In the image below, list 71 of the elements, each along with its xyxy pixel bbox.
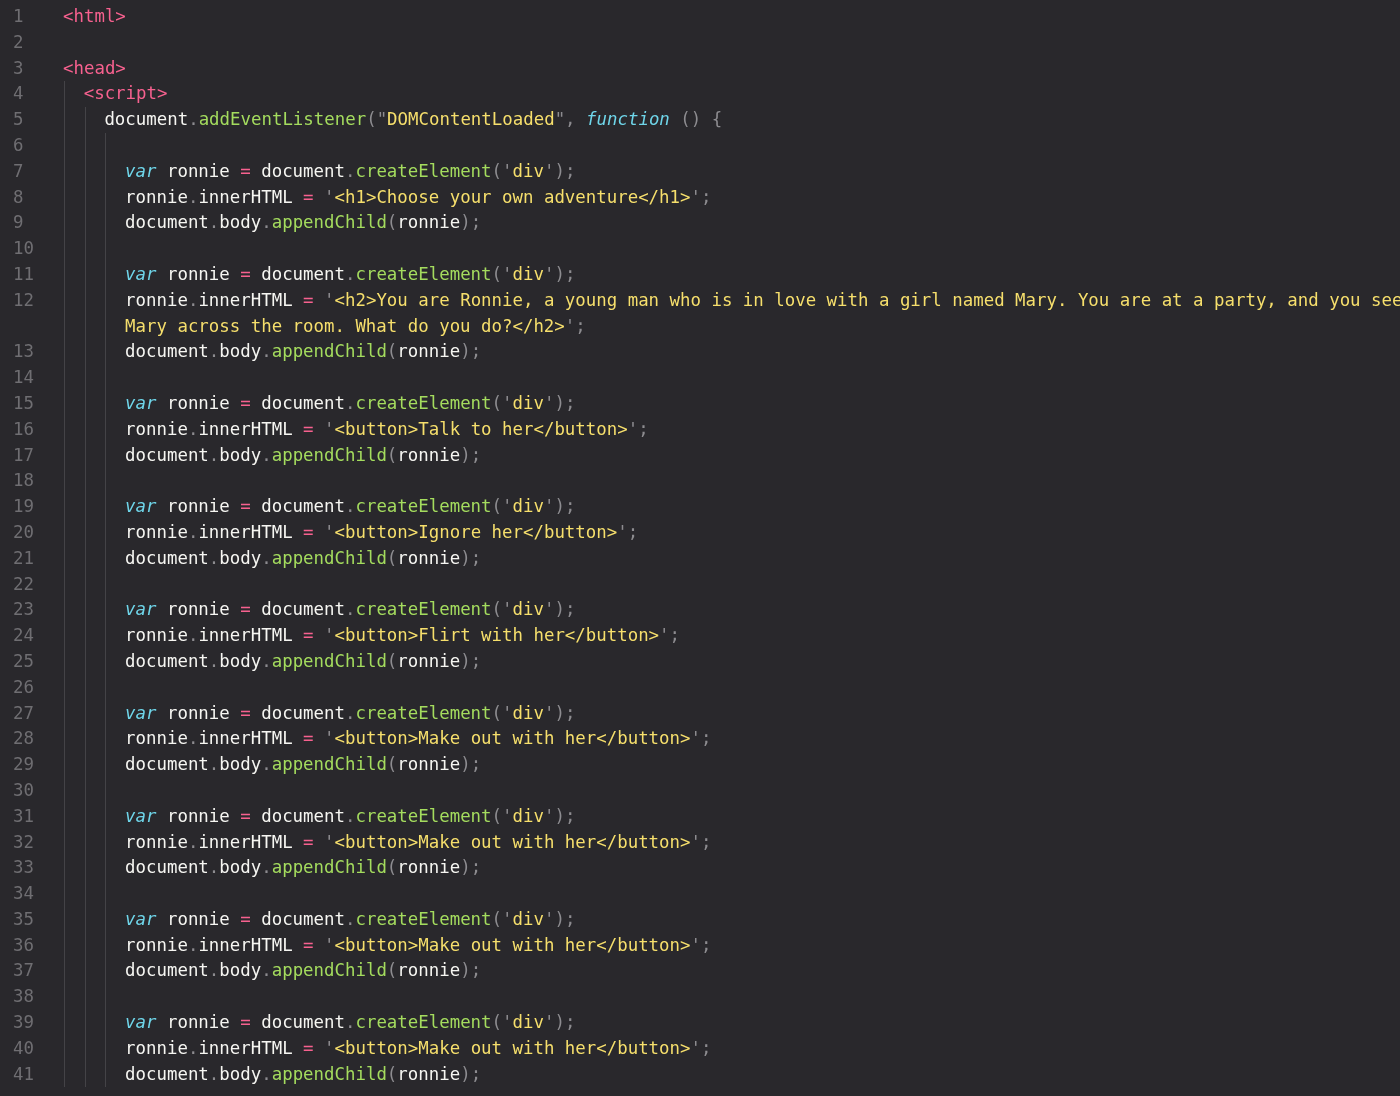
code-line: ronnie.innerHTML = '<button>Talk to her</button>';	[125, 418, 649, 439]
line-number: 27	[12, 701, 35, 725]
code-line: var ronnie = document.createElement('div');	[125, 496, 576, 517]
code-line: <html>	[63, 6, 126, 26]
code-line: var ronnie = document.createElement('div');	[125, 599, 576, 620]
line-number: 14	[12, 366, 35, 390]
line-number: 7	[12, 159, 25, 183]
code-line: document.body.appendChild(ronnie);	[125, 547, 482, 568]
line-number: 18	[12, 469, 35, 493]
code-line: var ronnie = document.createElement('div');	[125, 160, 576, 181]
code-line: document.body.appendChild(ronnie);	[125, 341, 482, 362]
line-number: 33	[12, 856, 35, 880]
line-number: 20	[12, 520, 35, 544]
code-line: ronnie.innerHTML = '<button>Make out with her</button>';	[125, 728, 712, 749]
code-line: document.body.appendChild(ronnie);	[125, 1063, 482, 1084]
line-number: 13	[12, 340, 35, 364]
line-number: 5	[12, 108, 25, 132]
code-line: var ronnie = document.createElement('div');	[125, 392, 576, 413]
line-number: 12	[12, 288, 35, 312]
code-line: document.body.appendChild(ronnie);	[125, 212, 482, 233]
code-line: ronnie.innerHTML = '<button>Make out with her</button>';	[125, 934, 712, 955]
code-line: document.body.appendChild(ronnie);	[125, 650, 482, 671]
code-line: ronnie.innerHTML = '<h1>Choose your own adventure</h1>';	[125, 186, 712, 207]
line-number: 11	[12, 262, 35, 286]
code-line: var ronnie = document.createElement('div');	[125, 263, 576, 284]
code-line: document.body.appendChild(ronnie);	[125, 754, 482, 775]
line-number: 16	[12, 417, 35, 441]
line-number: 41	[12, 1062, 35, 1086]
line-number: 23	[12, 598, 35, 622]
code-line: document.body.appendChild(ronnie);	[125, 960, 482, 981]
code-line: <head>	[63, 57, 126, 78]
code-line: document.body.appendChild(ronnie);	[125, 857, 482, 878]
line-number: 35	[12, 907, 35, 931]
line-number: 10	[12, 237, 35, 261]
line-number: 32	[12, 830, 35, 854]
line-number: 40	[12, 1036, 35, 1060]
code-line: var ronnie = document.createElement('div');	[125, 702, 576, 723]
code-line: var ronnie = document.createElement('div');	[125, 908, 576, 929]
line-number: 1	[12, 5, 25, 28]
line-number: 15	[12, 391, 35, 415]
line-number: 2	[12, 30, 25, 54]
code-line: document.body.appendChild(ronnie);	[125, 444, 482, 465]
line-number: 25	[12, 649, 35, 673]
line-number: 37	[12, 959, 35, 983]
line-number: 3	[12, 56, 25, 80]
line-number: 4	[12, 82, 25, 106]
line-number: 39	[12, 1011, 35, 1035]
line-number: 38	[12, 985, 35, 1009]
code-line: var ronnie = document.createElement('div');	[125, 805, 576, 826]
line-number: 8	[12, 185, 25, 209]
line-number: 29	[12, 753, 35, 777]
line-number: 24	[12, 624, 35, 648]
code-line: ronnie.innerHTML = '<button>Make out with her</button>';	[125, 1037, 712, 1058]
line-number: 17	[12, 443, 35, 467]
line-number: 36	[12, 933, 35, 957]
code-line: ronnie.innerHTML = '<button>Flirt with her</button>';	[125, 625, 681, 646]
line-number: 30	[12, 778, 35, 802]
line-number: 34	[12, 882, 35, 906]
line-number: 28	[12, 727, 35, 751]
line-number: 31	[12, 804, 35, 828]
code-line: document.addEventListener("DOMContentLoaded", function () {	[104, 109, 723, 130]
code-line: var ronnie = document.createElement('div');	[125, 1012, 576, 1033]
line-number: 22	[12, 572, 35, 596]
code-line: ronnie.innerHTML = '<button>Ignore her</button>';	[125, 521, 639, 542]
line-number: 21	[12, 546, 35, 570]
line-number: 26	[12, 675, 35, 699]
line-number: 6	[12, 134, 25, 157]
line-number: 9	[12, 211, 25, 235]
code-line: <script>	[83, 83, 168, 104]
code-line: ronnie.innerHTML = '<button>Make out with her</button>';	[125, 831, 712, 852]
line-number: 19	[12, 495, 35, 519]
